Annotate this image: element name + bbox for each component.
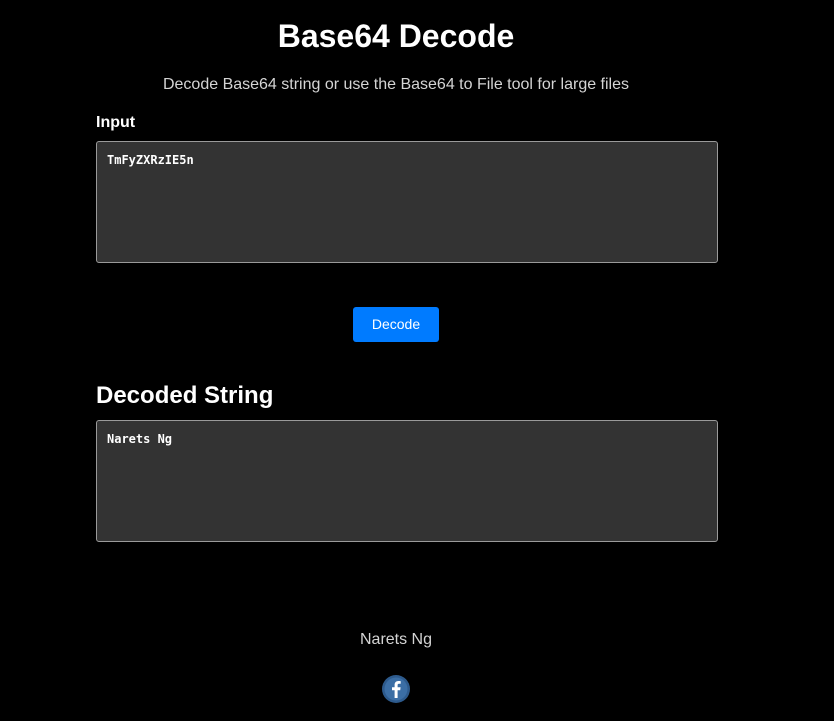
page-subtitle: Decode Base64 string or use the Base64 t… — [162, 76, 630, 93]
facebook-link[interactable] — [381, 674, 411, 704]
decode-button[interactable]: Decode — [353, 307, 439, 342]
footer-author: Narets Ng — [359, 631, 433, 648]
facebook-icon — [382, 675, 410, 703]
decoded-string-heading: Decoded String — [96, 382, 274, 409]
page-title: Base64 Decode — [277, 18, 515, 54]
page: Base64 Decode Decode Base64 string or us… — [0, 0, 834, 721]
base64-input[interactable]: TmFyZXRzIE5n — [96, 141, 718, 263]
input-label: Input — [96, 114, 136, 131]
decoded-output[interactable]: Narets Ng — [96, 420, 718, 542]
